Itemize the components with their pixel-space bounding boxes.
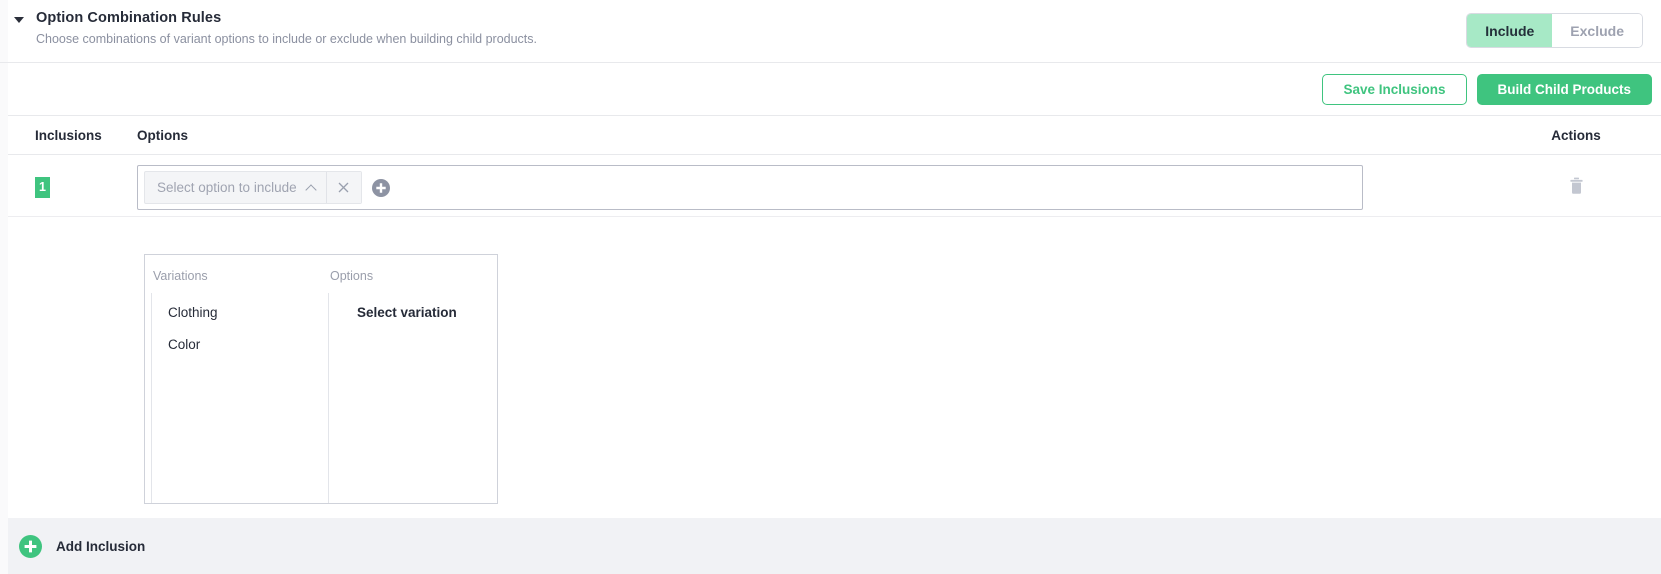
table-row: 1 Select option to include Variations Cl… xyxy=(0,155,1661,504)
option-select[interactable]: Select option to include xyxy=(144,171,362,204)
dropdown-column-variations: Variations Clothing Color xyxy=(145,255,322,503)
cell-actions xyxy=(1491,155,1661,195)
include-exclude-toggle: Include Exclude xyxy=(1466,13,1643,48)
section-header: Option Combination Rules Choose combinat… xyxy=(0,0,1661,63)
dropdown-column-options: Options Select variation xyxy=(322,255,497,503)
list-item[interactable]: Clothing xyxy=(152,297,322,329)
column-header-inclusions: Inclusions xyxy=(35,127,102,143)
left-gutter xyxy=(0,0,8,574)
options-input-box[interactable]: Select option to include xyxy=(137,165,1363,210)
action-bar: Save Inclusions Build Child Products xyxy=(0,63,1661,116)
close-icon xyxy=(338,182,349,193)
column-header-actions: Actions xyxy=(1551,127,1601,143)
options-empty-message: Select variation xyxy=(357,305,457,320)
add-option-button[interactable] xyxy=(371,178,390,197)
option-select-placeholder: Select option to include xyxy=(157,180,297,195)
add-inclusion-label: Add Inclusion xyxy=(56,538,146,554)
status-badge: 1 xyxy=(35,177,50,198)
options-list: Select variation xyxy=(328,293,497,503)
variations-list: Clothing Color xyxy=(151,293,322,503)
add-inclusion-button[interactable]: Add Inclusion xyxy=(19,534,146,558)
plus-circle-icon xyxy=(19,534,42,558)
page-subtitle: Choose combinations of variant options t… xyxy=(36,32,537,46)
dropdown-variations-title: Variations xyxy=(153,269,208,283)
option-combination-rules-panel: Option Combination Rules Choose combinat… xyxy=(0,0,1661,574)
chevron-up-icon xyxy=(304,183,317,196)
section-header-text: Option Combination Rules Choose combinat… xyxy=(36,9,1466,47)
delete-inclusion-button[interactable] xyxy=(1569,177,1584,195)
include-button[interactable]: Include xyxy=(1467,14,1553,47)
option-select-dropdown: Variations Clothing Color Options Select… xyxy=(144,254,498,504)
trash-icon xyxy=(1569,177,1583,194)
save-inclusions-button[interactable]: Save Inclusions xyxy=(1322,73,1467,105)
page-title: Option Combination Rules xyxy=(36,10,222,26)
table-header: Inclusions Options Actions xyxy=(0,116,1661,155)
column-header-options: Options xyxy=(137,127,188,143)
dropdown-options-title: Options xyxy=(330,269,374,283)
plus-circle-icon xyxy=(371,178,390,197)
option-select-trigger[interactable]: Select option to include xyxy=(145,172,326,203)
cell-inclusion-index: 1 xyxy=(0,155,137,198)
cell-options: Select option to include Variations Clot… xyxy=(137,155,1491,504)
exclude-button[interactable]: Exclude xyxy=(1552,14,1642,47)
footer-bar: Add Inclusion xyxy=(8,518,1661,574)
list-item[interactable]: Color xyxy=(152,329,322,361)
clear-selection-button[interactable] xyxy=(325,172,361,203)
build-child-products-button[interactable]: Build Child Products xyxy=(1476,73,1652,105)
caret-down-icon[interactable] xyxy=(14,17,24,23)
